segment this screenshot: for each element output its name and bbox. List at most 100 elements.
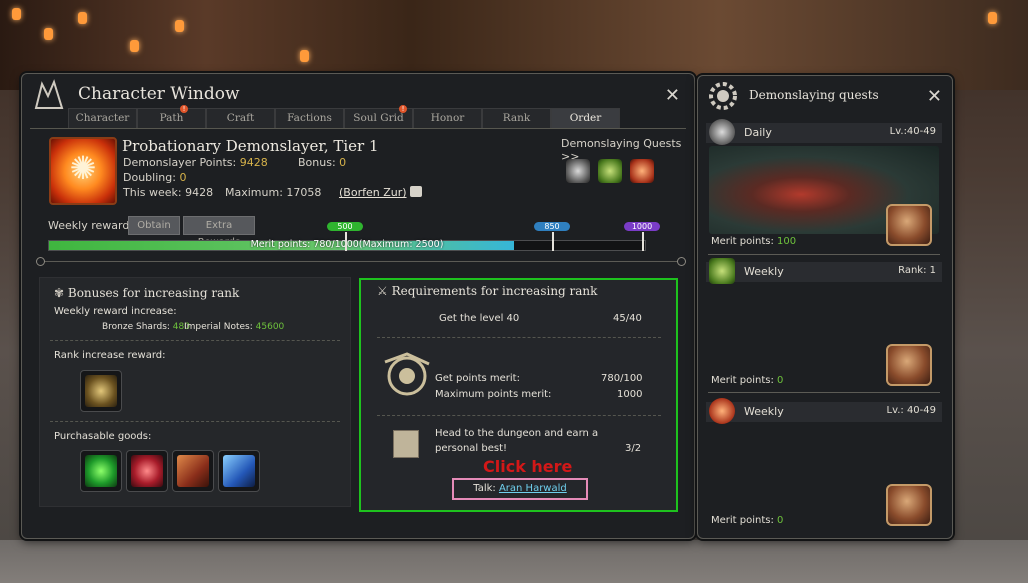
weekly-rank: Rank: 1 xyxy=(898,265,936,276)
merit-progress-text: Merit points: 780/1000(Maximum: 2500) xyxy=(250,239,444,250)
weekly-reward-label: Weekly reward xyxy=(48,219,130,232)
map-icon xyxy=(410,186,423,197)
divider xyxy=(377,337,661,339)
close-icon[interactable]: ✕ xyxy=(927,86,942,107)
weekly-level-quest-row[interactable]: Weekly Lv.: 40-49 xyxy=(706,398,942,424)
tab-divider xyxy=(30,128,686,129)
merit-progress-bar: Merit points: 780/1000(Maximum: 2500) xyxy=(48,239,646,251)
tab-rank[interactable]: Rank xyxy=(482,108,551,128)
close-icon[interactable]: ✕ xyxy=(665,85,680,106)
dungeon-icon xyxy=(393,430,419,458)
bonuses-panel: ✾ Bonuses for increasing rank Weekly rew… xyxy=(39,277,351,507)
weekly-label: Weekly xyxy=(744,265,784,278)
daily-level: Lv.:40-49 xyxy=(889,126,936,137)
tab-honor[interactable]: Honor xyxy=(413,108,482,128)
lantern xyxy=(175,20,184,32)
milestone-marker xyxy=(345,232,347,251)
doubling: Doubling: 0 xyxy=(123,171,187,184)
demonslayer-points: Demonslayer Points: 9428 xyxy=(123,156,268,169)
window-title: Character Window xyxy=(78,84,240,104)
divider xyxy=(50,340,340,342)
dungeon-requirement-line2: personal best! xyxy=(435,443,508,454)
divider-knob xyxy=(677,257,686,266)
bonuses-title: ✾ Bonuses for increasing rank xyxy=(54,286,240,300)
lantern xyxy=(44,28,53,40)
weekly-increase-label: Weekly reward increase: xyxy=(54,306,177,317)
weekly-quest-icon[interactable] xyxy=(598,159,622,183)
tab-character[interactable]: Character xyxy=(68,108,137,128)
reward-chest-icon[interactable] xyxy=(886,204,932,246)
tab-bar: Character Path! Craft Factions Soul Grid… xyxy=(68,105,620,128)
maximum: Maximum: 17058 xyxy=(225,186,322,199)
divider xyxy=(708,392,940,393)
dungeon-requirement-line1: Head to the dungeon and earn a xyxy=(435,428,599,439)
reward-chest-icon[interactable] xyxy=(886,484,932,526)
milestone-marker xyxy=(642,232,644,251)
dungeon-progress: 3/2 xyxy=(625,443,642,454)
goods-slot-red-crystal[interactable] xyxy=(126,450,168,492)
extra-rewards-button[interactable]: Extra Rewards xyxy=(183,216,255,248)
weekly-level: Lv.: 40-49 xyxy=(886,405,937,416)
weekly-level-merit: Merit points: 0 xyxy=(711,515,784,526)
weekly-dungeon-quest-icon[interactable] xyxy=(630,159,654,183)
daily-quest-row[interactable]: Daily Lv.:40-49 xyxy=(706,119,942,145)
requirements-panel: ⚔ Requirements for increasing rank Get t… xyxy=(359,278,678,512)
alert-icon: ! xyxy=(180,105,188,113)
goods-slot-green-orb[interactable] xyxy=(80,450,122,492)
weekly-rank-quest-row[interactable]: Weekly Rank: 1 xyxy=(706,258,942,284)
milestone-850: 850 xyxy=(534,222,570,231)
weekly-label: Weekly xyxy=(744,405,784,418)
npc-link-aran-harwald[interactable]: Aran Harwald xyxy=(499,483,567,494)
purchasable-goods-label: Purchasable goods: xyxy=(54,431,152,442)
level-progress: 45/40 xyxy=(613,313,642,324)
goods-slot-blue-book[interactable] xyxy=(218,450,260,492)
lantern xyxy=(300,50,309,62)
tab-path[interactable]: Path! xyxy=(137,105,206,128)
merit-requirement: Get points merit: xyxy=(435,373,520,384)
lantern xyxy=(130,40,139,52)
this-week: This week: 9428 xyxy=(123,186,214,199)
demonslayer-emblem-icon: ✺ xyxy=(49,137,117,205)
milestone-marker xyxy=(552,232,554,251)
rank-reward-label: Rank increase reward: xyxy=(54,350,166,361)
divider xyxy=(50,421,340,423)
merit-progress: 780/100 xyxy=(601,373,643,384)
bonus: Bonus: 0 xyxy=(298,156,347,169)
weekly-rank-merit: Merit points: 0 xyxy=(711,375,784,386)
crossed-swords-icon: ⚔ xyxy=(377,284,388,298)
weekly-dungeon-quest-icon xyxy=(709,398,735,424)
daily-quest-icon[interactable] xyxy=(566,159,590,183)
npc-link[interactable]: (Borfen Zur) xyxy=(339,186,423,199)
merit-emblem-icon xyxy=(384,352,430,396)
milestone-1000: 1000 xyxy=(624,222,660,231)
side-window-title: Demonslaying quests xyxy=(749,88,879,102)
daily-merit: Merit points: 100 xyxy=(711,236,797,247)
reward-chest-icon[interactable] xyxy=(886,344,932,386)
lantern xyxy=(12,8,21,20)
game-logo-icon xyxy=(34,79,64,109)
demonslaying-quests-window: Demonslaying quests ✕ Daily Lv.:40-49 Me… xyxy=(697,75,953,539)
tab-soul-grid[interactable]: Soul Grid! xyxy=(344,105,413,128)
talk-line: Talk: Aran Harwald xyxy=(473,483,567,494)
max-merit-requirement: Maximum points merit: xyxy=(435,389,552,400)
tab-craft[interactable]: Craft xyxy=(206,108,275,128)
goods-slot-scroll[interactable] xyxy=(172,450,214,492)
tab-order[interactable]: Order xyxy=(551,108,620,128)
click-here-annotation: Click here xyxy=(483,457,573,476)
bronze-shards: Bronze Shards: 480 xyxy=(102,322,190,332)
divider xyxy=(377,415,661,417)
requirements-title: ⚔ Requirements for increasing rank xyxy=(377,284,598,298)
obtain-button[interactable]: Obtain xyxy=(128,216,180,235)
flower-icon: ✾ xyxy=(54,286,65,300)
tab-factions[interactable]: Factions xyxy=(275,108,344,128)
lantern xyxy=(988,12,997,24)
alert-icon: ! xyxy=(399,105,407,113)
background-floor xyxy=(0,540,1028,583)
daily-label: Daily xyxy=(744,126,772,139)
section-divider xyxy=(39,261,683,262)
max-merit-value: 1000 xyxy=(617,389,643,400)
level-requirement: Get the level 40 xyxy=(439,313,520,324)
rank-reward-slot[interactable] xyxy=(80,370,122,412)
imperial-notes: Imperial Notes: 45600 xyxy=(184,322,285,332)
lantern xyxy=(78,12,87,24)
